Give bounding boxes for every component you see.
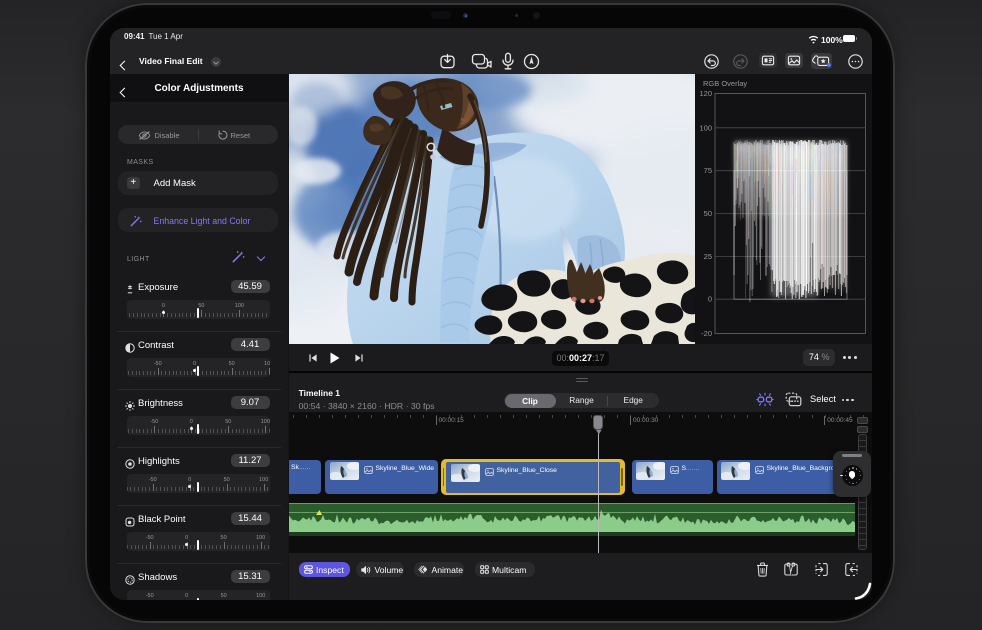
svg-text:100: 100: [699, 123, 712, 132]
svg-text:50: 50: [704, 209, 712, 218]
svg-text:120: 120: [699, 89, 712, 98]
svg-text:0: 0: [708, 295, 712, 304]
svg-text:-20: -20: [701, 329, 712, 338]
svg-text:25: 25: [704, 252, 712, 261]
svg-text:75: 75: [704, 166, 712, 175]
